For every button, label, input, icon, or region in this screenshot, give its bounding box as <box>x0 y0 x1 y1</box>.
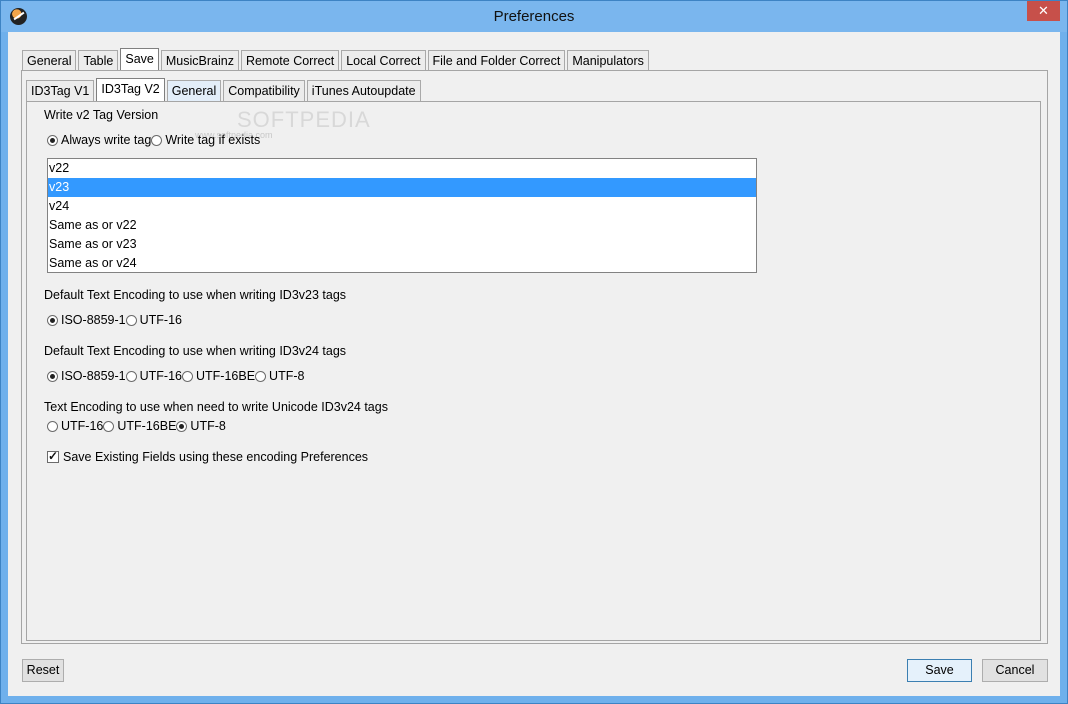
list-item-selected[interactable]: v23 <box>48 178 756 197</box>
radio-icon <box>47 314 58 326</box>
subtab-id3tag-v2[interactable]: ID3Tag V2 <box>96 78 165 102</box>
radio-label: UTF-16 <box>139 313 182 327</box>
v24-utf16-radio[interactable]: UTF-16 <box>125 369 182 383</box>
encoding-v24-radio-group: ISO-8859-1 UTF-16 UTF-16BE UTF-8 <box>47 369 304 383</box>
main-tab-bar: General Table Save MusicBrainz Remote Co… <box>22 48 651 72</box>
write-if-exists-label: Write tag if exists <box>165 133 261 147</box>
save-tab-panel: ID3Tag V1 ID3Tag V2 General Compatibilit… <box>21 70 1048 644</box>
tab-manipulators[interactable]: Manipulators <box>567 50 649 72</box>
v24-utf16be-radio[interactable]: UTF-16BE <box>182 369 255 383</box>
radio-label: UTF-16BE <box>196 369 256 383</box>
tab-local-correct[interactable]: Local Correct <box>341 50 426 72</box>
v24-iso-radio[interactable]: ISO-8859-1 <box>47 369 126 383</box>
radio-icon <box>151 134 163 146</box>
close-button[interactable]: ✕ <box>1027 1 1060 21</box>
preferences-window: Preferences ✕ General Table Save MusicBr… <box>0 0 1068 704</box>
tab-file-folder-correct[interactable]: File and Folder Correct <box>427 50 566 72</box>
list-item[interactable]: v22 <box>48 159 756 178</box>
tab-musicbrainz[interactable]: MusicBrainz <box>160 50 239 72</box>
subtab-itunes-autoupdate[interactable]: iTunes Autoupdate <box>306 80 421 102</box>
save-existing-label: Save Existing Fields using these encodin… <box>63 450 369 464</box>
subtab-compatibility[interactable]: Compatibility <box>223 80 305 102</box>
radio-label: UTF-16BE <box>117 419 177 433</box>
unicode-utf8-radio[interactable]: UTF-8 <box>176 419 226 433</box>
radio-label: ISO-8859-1 <box>61 313 126 327</box>
title-bar[interactable]: Preferences ✕ <box>1 1 1067 32</box>
tab-remote-correct[interactable]: Remote Correct <box>240 50 340 72</box>
radio-icon <box>47 134 58 146</box>
encoding-v23-label: Default Text Encoding to use when writin… <box>44 288 347 302</box>
window-title: Preferences <box>493 8 575 25</box>
tab-save[interactable]: Save <box>120 48 159 72</box>
unicode-utf16be-radio[interactable]: UTF-16BE <box>103 419 176 433</box>
radio-label: UTF-8 <box>269 369 305 383</box>
radio-icon <box>255 370 267 382</box>
reset-button[interactable]: Reset <box>22 659 64 682</box>
v23-utf16-radio[interactable]: UTF-16 <box>125 313 182 327</box>
v2-version-label: Write v2 Tag Version <box>44 108 159 122</box>
always-write-label: Always write tag <box>61 133 152 147</box>
subtab-id3tag-v1[interactable]: ID3Tag V1 <box>26 80 95 102</box>
v23-iso-radio[interactable]: ISO-8859-1 <box>47 313 126 327</box>
subtab-general[interactable]: General <box>166 80 222 102</box>
list-item[interactable]: Same as or v23 <box>48 235 756 254</box>
sub-tab-bar: ID3Tag V1 ID3Tag V2 General Compatibilit… <box>26 78 423 102</box>
tag-version-list[interactable]: v22 v23 v24 Same as or v22 Same as or v2… <box>47 158 757 273</box>
radio-label: ISO-8859-1 <box>61 369 126 383</box>
write-if-exists-radio[interactable]: Write tag if exists <box>151 133 260 147</box>
unicode-v24-radio-group: UTF-16 UTF-16BE UTF-8 <box>47 419 226 433</box>
radio-icon <box>125 370 137 382</box>
encoding-v24-label: Default Text Encoding to use when writin… <box>44 344 347 358</box>
write-mode-radio-group: Always write tag Write tag if exists <box>47 133 260 147</box>
radio-label: UTF-8 <box>190 419 226 433</box>
radio-icon <box>182 370 193 382</box>
radio-icon <box>47 370 58 382</box>
dialog-body: General Table Save MusicBrainz Remote Co… <box>8 32 1060 696</box>
radio-icon <box>176 420 188 432</box>
always-write-radio[interactable]: Always write tag <box>47 133 151 147</box>
list-item[interactable]: v24 <box>48 197 756 216</box>
list-item[interactable]: Same as or v24 <box>48 254 756 273</box>
radio-icon <box>47 420 58 432</box>
save-existing-checkbox[interactable]: Save Existing Fields using these encodin… <box>47 449 369 464</box>
radio-label: UTF-16 <box>139 369 182 383</box>
save-button[interactable]: Save <box>907 659 972 682</box>
radio-icon <box>103 420 115 432</box>
v24-utf8-radio[interactable]: UTF-8 <box>255 369 304 383</box>
unicode-v24-label: Text Encoding to use when need to write … <box>44 400 388 414</box>
tab-general[interactable]: General <box>22 50 77 72</box>
radio-icon <box>125 314 137 326</box>
unicode-utf16-radio[interactable]: UTF-16 <box>47 419 103 433</box>
tab-table[interactable]: Table <box>78 50 119 72</box>
radio-label: UTF-16 <box>61 419 104 433</box>
list-item[interactable]: Same as or v22 <box>48 216 756 235</box>
id3v2-panel: SOFTPEDIA www.softpedia.com Write v2 Tag… <box>26 101 1041 641</box>
cancel-button[interactable]: Cancel <box>982 659 1048 682</box>
checkbox-icon <box>47 449 59 463</box>
encoding-v23-radio-group: ISO-8859-1 UTF-16 <box>47 313 182 327</box>
